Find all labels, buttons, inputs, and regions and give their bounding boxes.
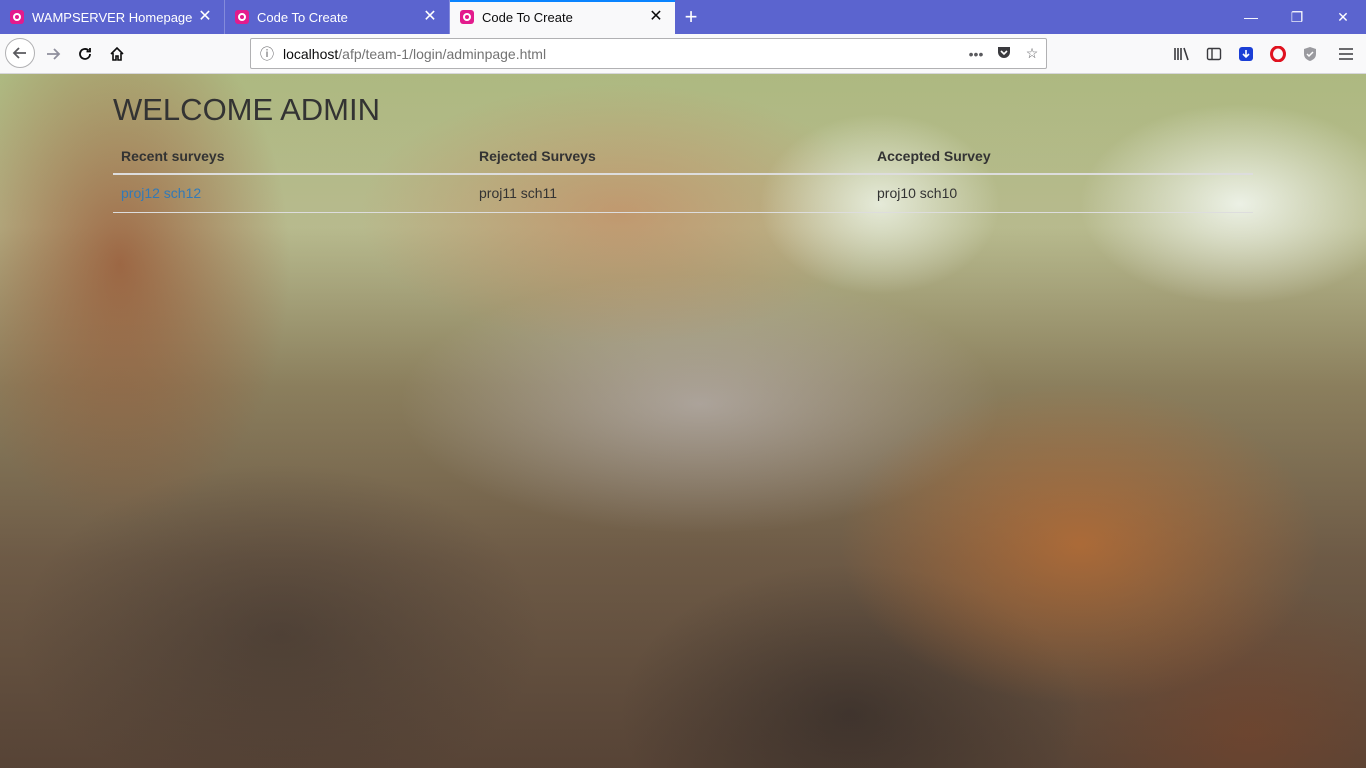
page-content: WELCOME ADMIN Recent surveys Rejected Su… [0, 74, 1366, 768]
back-button[interactable] [5, 38, 35, 68]
minimize-button[interactable]: — [1228, 0, 1274, 34]
page-actions-icon[interactable]: ••• [962, 46, 990, 62]
forward-button[interactable] [38, 39, 68, 69]
arrow-right-icon [47, 48, 61, 60]
menu-button[interactable] [1326, 34, 1366, 74]
hamburger-menu-icon [1339, 48, 1353, 60]
page-title: WELCOME ADMIN [113, 92, 380, 127]
sidebar-shape-icon [1206, 47, 1222, 61]
shield-icon [1304, 47, 1316, 61]
home-icon [110, 46, 124, 61]
library-shape-icon [1174, 47, 1189, 61]
opera-extension-icon[interactable] [1262, 34, 1294, 74]
wamp-favicon-icon [10, 10, 24, 24]
rejected-survey-cell: proj11 sch11 [471, 174, 869, 213]
column-header-recent: Recent surveys [113, 138, 471, 175]
tab-wampserver[interactable]: WAMPSERVER Homepage ✕ [0, 0, 225, 34]
tab-code-to-create-2[interactable]: Code To Create ✕ [450, 0, 675, 34]
home-button[interactable] [102, 39, 132, 69]
url-host: localhost [283, 45, 339, 62]
arrow-left-icon [12, 47, 26, 59]
url-text[interactable]: localhost/afp/team-1/login/adminpage.htm… [283, 46, 962, 62]
tab-code-to-create-1[interactable]: Code To Create ✕ [225, 0, 450, 34]
navigation-toolbar: ⓘ localhost/afp/team-1/login/adminpage.h… [0, 34, 1366, 74]
shield-extension-icon[interactable] [1294, 34, 1326, 74]
reload-icon [79, 48, 91, 60]
recent-survey-link[interactable]: proj12 sch12 [121, 185, 201, 201]
tab-title: Code To Create [257, 9, 348, 25]
close-tab-icon[interactable]: ✕ [421, 9, 439, 25]
table-header-row: Recent surveys Rejected Surveys Accepted… [113, 138, 1253, 175]
reload-button[interactable] [70, 39, 100, 69]
wamp-favicon-icon [460, 10, 474, 24]
table-row: proj12 sch12 proj11 sch11 proj10 sch10 [113, 174, 1253, 213]
download-extension-icon[interactable] [1230, 34, 1262, 74]
tab-title: Code To Create [482, 9, 573, 25]
column-header-accepted: Accepted Survey [869, 138, 1253, 175]
sidebar-icon[interactable] [1198, 34, 1230, 74]
url-path: /afp/team-1/login/adminpage.html [338, 45, 547, 62]
accepted-survey-cell: proj10 sch10 [869, 174, 1253, 213]
opera-shape-icon [1270, 46, 1286, 62]
new-tab-button[interactable]: + [675, 0, 707, 34]
close-tab-icon[interactable]: ✕ [196, 9, 214, 25]
pocket-icon[interactable] [990, 44, 1018, 63]
surveys-table: Recent surveys Rejected Surveys Accepted… [113, 138, 1253, 213]
tab-strip: WAMPSERVER Homepage ✕ Code To Create ✕ C… [0, 0, 1366, 34]
download-shape-icon [1239, 47, 1253, 61]
library-icon[interactable] [1166, 34, 1198, 74]
tab-title: WAMPSERVER Homepage [32, 9, 193, 25]
wamp-favicon-icon [235, 10, 249, 24]
bookmark-star-icon[interactable]: ☆ [1018, 45, 1046, 62]
column-header-rejected: Rejected Surveys [471, 138, 869, 175]
close-tab-icon[interactable]: ✕ [647, 9, 665, 25]
site-info-icon[interactable]: ⓘ [251, 44, 283, 64]
toolbar-right [1166, 34, 1366, 74]
recent-survey-cell: proj12 sch12 [113, 174, 471, 213]
restore-button[interactable]: ❐ [1274, 0, 1320, 34]
pocket-shape-icon [998, 47, 1010, 58]
close-window-button[interactable]: ✕ [1320, 0, 1366, 34]
address-bar[interactable]: ⓘ localhost/afp/team-1/login/adminpage.h… [250, 38, 1047, 69]
window-controls: — ❐ ✕ [1228, 0, 1366, 34]
